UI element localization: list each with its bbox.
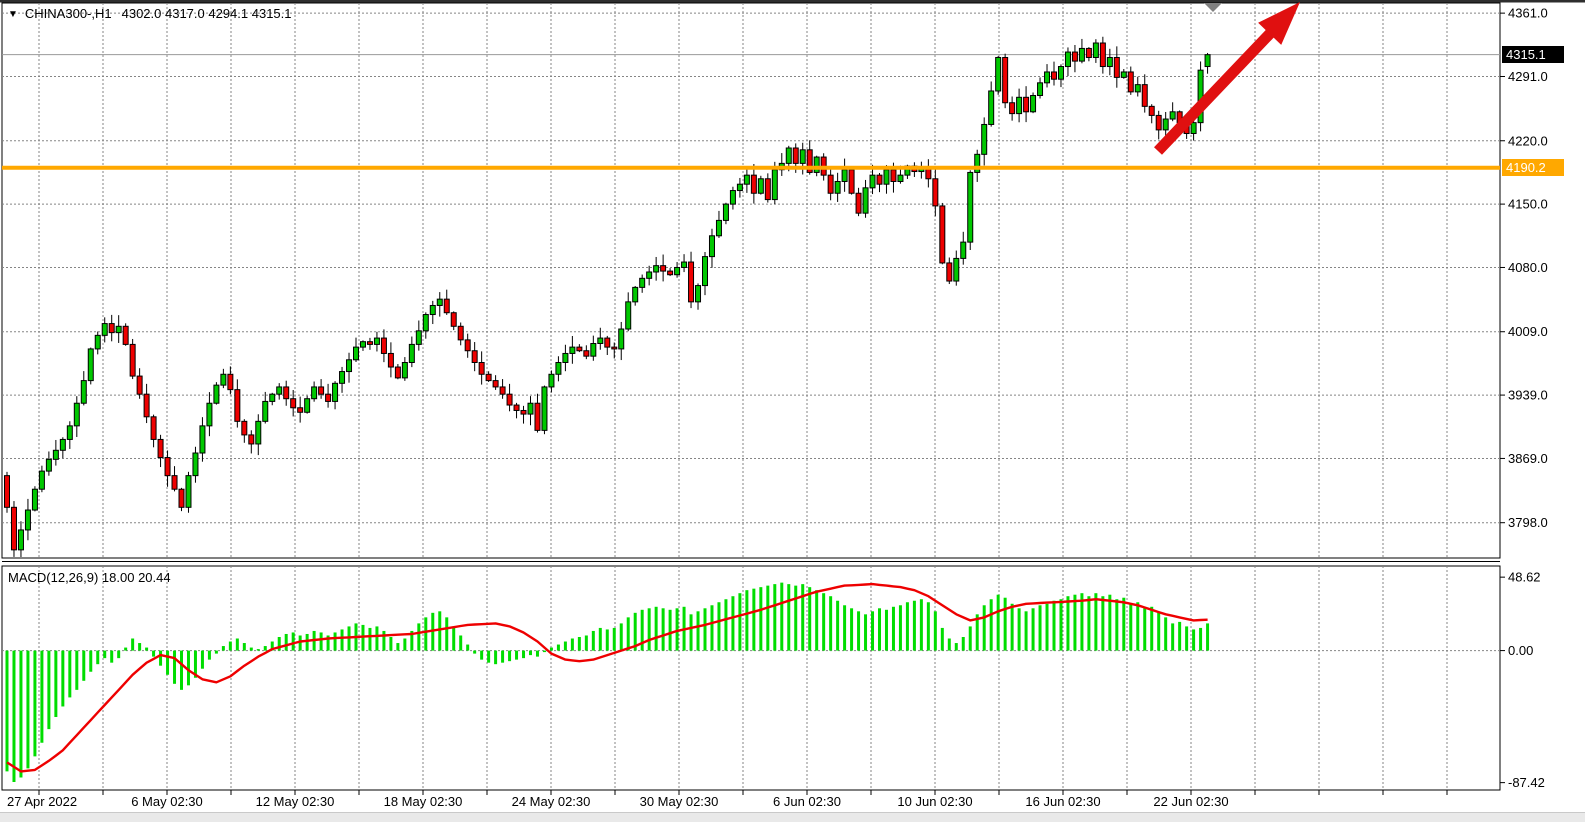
price-tick-label: 4361.0 xyxy=(1508,6,1548,21)
time-tick-label: 6 Jun 02:30 xyxy=(773,794,841,809)
time-tick-label: 10 Jun 02:30 xyxy=(897,794,972,809)
window-bottom-strip xyxy=(0,812,1585,822)
time-tick-label: 24 May 02:30 xyxy=(512,794,591,809)
macd-tick-label: 48.62 xyxy=(1508,570,1541,585)
macd-indicator-label: MACD(12,26,9) 18.00 20.44 xyxy=(8,570,171,585)
price-tick-label: 4080.0 xyxy=(1508,260,1548,275)
price-tick-label: 4291.0 xyxy=(1508,69,1548,84)
current-price-badge: 4315.1 xyxy=(1502,46,1564,63)
price-tick-label: 3869.0 xyxy=(1508,451,1548,466)
time-tick-label: 12 May 02:30 xyxy=(256,794,335,809)
symbol-dropdown-icon[interactable]: ▼ xyxy=(8,9,18,20)
price-tick-label: 4150.0 xyxy=(1508,197,1548,212)
price-tick-label: 4220.0 xyxy=(1508,133,1548,148)
hline-price-badge[interactable]: 4190.2 xyxy=(1502,159,1564,176)
chart-header: ▼ CHINA300-,H1 4302.0 4317.0 4294.1 4315.1 xyxy=(8,6,292,21)
macd-tick-label: -87.42 xyxy=(1508,775,1545,790)
ohlc-values: 4302.0 4317.0 4294.1 4315.1 xyxy=(122,6,292,21)
macd-tick-label: 0.00 xyxy=(1508,643,1533,658)
window-top-edge xyxy=(0,0,1585,3)
chart-canvas[interactable]: 4361.0 4291.0 4220.0 4150.0 4080.0 4009.0 3939… xyxy=(0,0,1585,822)
time-tick-label: 22 Jun 02:30 xyxy=(1153,794,1228,809)
time-tick-label: 27 Apr 2022 xyxy=(7,794,77,809)
symbol-timeframe-label: CHINA300-,H1 xyxy=(25,6,112,21)
price-tick-label: 4009.0 xyxy=(1508,324,1548,339)
time-tick-label: 18 May 02:30 xyxy=(384,794,463,809)
price-tick-label: 3798.0 xyxy=(1508,515,1548,530)
mt4-chart-window: 4361.0 4291.0 4220.0 4150.0 4080.0 4009.0 3939… xyxy=(0,0,1585,822)
time-tick-label: 30 May 02:30 xyxy=(640,794,719,809)
time-tick-label: 16 Jun 02:30 xyxy=(1025,794,1100,809)
price-tick-label: 3939.0 xyxy=(1508,388,1548,403)
time-tick-label: 6 May 02:30 xyxy=(131,794,203,809)
main-pane[interactable] xyxy=(2,3,1500,558)
